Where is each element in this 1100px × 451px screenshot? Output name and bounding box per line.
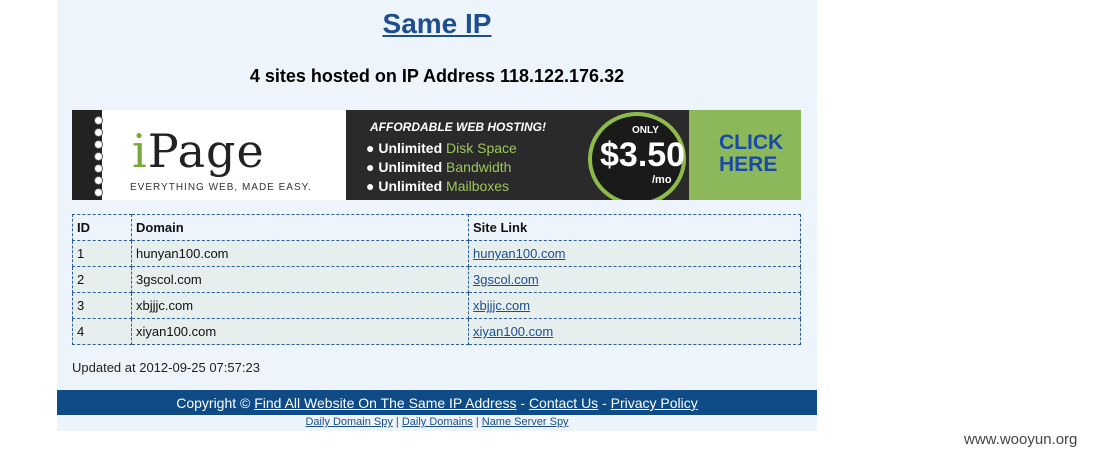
table-row: 3 xbjjjc.com xbjjjc.com bbox=[72, 292, 801, 319]
table-row: 2 3gscol.com 3gscol.com bbox=[72, 266, 801, 293]
cell-id: 4 bbox=[72, 318, 132, 345]
subfooter-link-name-server-spy[interactable]: Name Server Spy bbox=[482, 416, 569, 428]
ipage-tagline: EVERYTHING WEB, MADE EASY. bbox=[130, 182, 312, 193]
site-link[interactable]: 3gscol.com bbox=[473, 272, 539, 287]
site-link[interactable]: xbjjjc.com bbox=[473, 298, 530, 313]
cell-domain: xiyan100.com bbox=[131, 318, 469, 345]
ad-feature: ● Unlimited Disk Space bbox=[366, 140, 517, 156]
subfooter-link-daily-domain-spy[interactable]: Daily Domain Spy bbox=[305, 416, 392, 428]
header-domain: Domain bbox=[131, 214, 469, 241]
table-header-row: ID Domain Site Link bbox=[72, 214, 801, 241]
subfooter-link-daily-domains[interactable]: Daily Domains bbox=[402, 416, 473, 428]
table-row: 4 xiyan100.com xiyan100.com bbox=[72, 318, 801, 345]
cell-domain: hunyan100.com bbox=[131, 240, 469, 267]
price-badge: ONLY $3.50 /mo bbox=[588, 112, 686, 200]
footer-link-find-all[interactable]: Find All Website On The Same IP Address bbox=[254, 395, 516, 411]
cell-id: 1 bbox=[72, 240, 132, 267]
updated-timestamp: Updated at 2012-09-25 07:57:23 bbox=[72, 360, 260, 375]
ad-headline: AFFORDABLE WEB HOSTING! bbox=[370, 120, 546, 134]
notebook-spiral-icon bbox=[72, 110, 103, 200]
ad-feature: ● Unlimited Bandwidth bbox=[366, 159, 512, 175]
sites-table: ID Domain Site Link 1 hunyan100.com huny… bbox=[72, 214, 801, 345]
page-subtitle: 4 sites hosted on IP Address 118.122.176… bbox=[249, 66, 625, 86]
subfooter-links: Daily Domain Spy | Daily Domains | Name … bbox=[305, 416, 569, 428]
header-id: ID bbox=[72, 214, 132, 241]
site-link[interactable]: xiyan100.com bbox=[473, 324, 553, 339]
table-row: 1 hunyan100.com hunyan100.com bbox=[72, 240, 801, 267]
page-title[interactable]: Same IP bbox=[57, 8, 817, 40]
watermark: www.wooyun.org bbox=[964, 431, 1078, 448]
footer-link-contact[interactable]: Contact Us bbox=[529, 395, 598, 411]
click-here-button[interactable]: CLICK HERE bbox=[689, 110, 801, 200]
cell-domain: xbjjjc.com bbox=[131, 292, 469, 319]
ipage-logo: iPage bbox=[132, 124, 265, 178]
ad-feature: ● Unlimited Mailboxes bbox=[366, 178, 510, 194]
footer-bar: Copyright © Find All Website On The Same… bbox=[57, 390, 817, 415]
copyright-text: Copyright © bbox=[176, 395, 251, 411]
ad-offer-panel: AFFORDABLE WEB HOSTING! ● Unlimited Disk… bbox=[346, 110, 801, 200]
header-site-link: Site Link bbox=[468, 214, 801, 241]
cell-domain: 3gscol.com bbox=[131, 266, 469, 293]
cell-id: 3 bbox=[72, 292, 132, 319]
cell-id: 2 bbox=[72, 266, 132, 293]
site-link[interactable]: hunyan100.com bbox=[473, 246, 566, 261]
ipage-ad-banner[interactable]: iPage EVERYTHING WEB, MADE EASY. AFFORDA… bbox=[72, 110, 801, 200]
page-panel: Same IP 4 sites hosted on IP Address 118… bbox=[57, 0, 817, 431]
footer-link-privacy[interactable]: Privacy Policy bbox=[611, 395, 698, 411]
